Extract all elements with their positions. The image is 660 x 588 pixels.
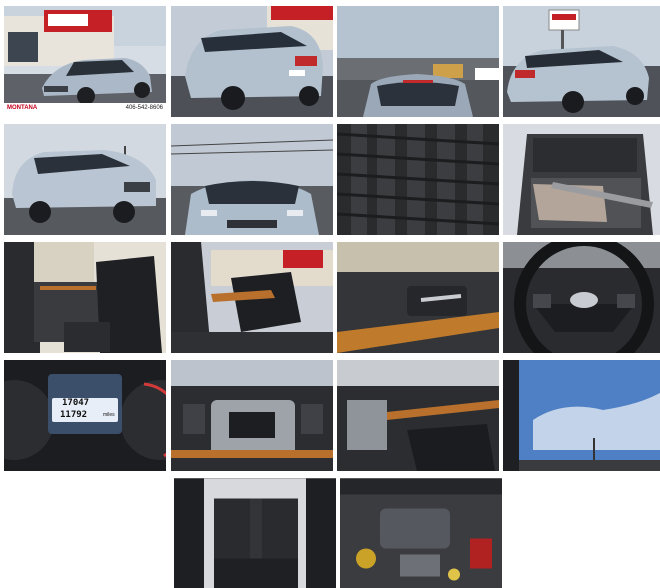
- photo-instrument-cluster[interactable]: 17047 11792 miles: [4, 360, 166, 471]
- photo-image: [171, 6, 333, 117]
- photo-tire-tread[interactable]: [337, 124, 499, 235]
- photo-exterior-rear-sign[interactable]: [503, 6, 660, 117]
- photo-dashboard-passenger[interactable]: [337, 360, 499, 471]
- photo-exterior-rear[interactable]: [337, 6, 499, 117]
- photo-cargo-area[interactable]: [503, 124, 660, 235]
- photo-driver-seat[interactable]: [171, 242, 333, 353]
- photo-image: [171, 124, 333, 235]
- photo-image: [337, 242, 499, 353]
- photo-image: [503, 124, 660, 235]
- photo-rear-door-seat[interactable]: [4, 242, 166, 353]
- photo-exterior-front[interactable]: [171, 124, 333, 235]
- photo-image: [337, 124, 499, 235]
- photo-image: [4, 6, 166, 117]
- photo-steering-wheel[interactable]: [503, 242, 660, 353]
- photo-image: [503, 360, 660, 471]
- photo-image: [337, 6, 499, 117]
- photo-exterior-front-side[interactable]: [4, 124, 166, 235]
- odometer-total: 17047: [62, 398, 90, 408]
- photo-exterior-front-dealer[interactable]: MONTANA 406-542-8606: [4, 6, 166, 117]
- photo-image: [171, 242, 333, 353]
- photo-image: [503, 242, 660, 353]
- dealer-logo: MONTANA: [7, 105, 38, 111]
- photo-gallery: MONTANA 406-542-8606 17047 11792 miles: [0, 0, 660, 588]
- photo-image: [503, 6, 660, 117]
- photo-image: [4, 242, 166, 353]
- photo-image: [337, 360, 499, 471]
- photo-center-console[interactable]: [171, 360, 333, 471]
- photo-image: [171, 360, 333, 471]
- photo-door-handle[interactable]: [337, 242, 499, 353]
- dealer-banner: MONTANA 406-542-8606: [4, 103, 166, 117]
- photo-image: [174, 478, 336, 588]
- photo-sunroof-sky[interactable]: [503, 360, 660, 471]
- odometer-trip: 11792: [60, 410, 88, 420]
- photo-image: [4, 124, 166, 235]
- odometer-unit: miles: [103, 412, 115, 418]
- photo-engine-bay[interactable]: [340, 478, 502, 588]
- dealer-phone: 406-542-8606: [125, 105, 163, 111]
- photo-exterior-rear-three-quarter[interactable]: [171, 6, 333, 117]
- photo-image: [340, 478, 502, 588]
- photo-rear-seat-row[interactable]: [174, 478, 336, 588]
